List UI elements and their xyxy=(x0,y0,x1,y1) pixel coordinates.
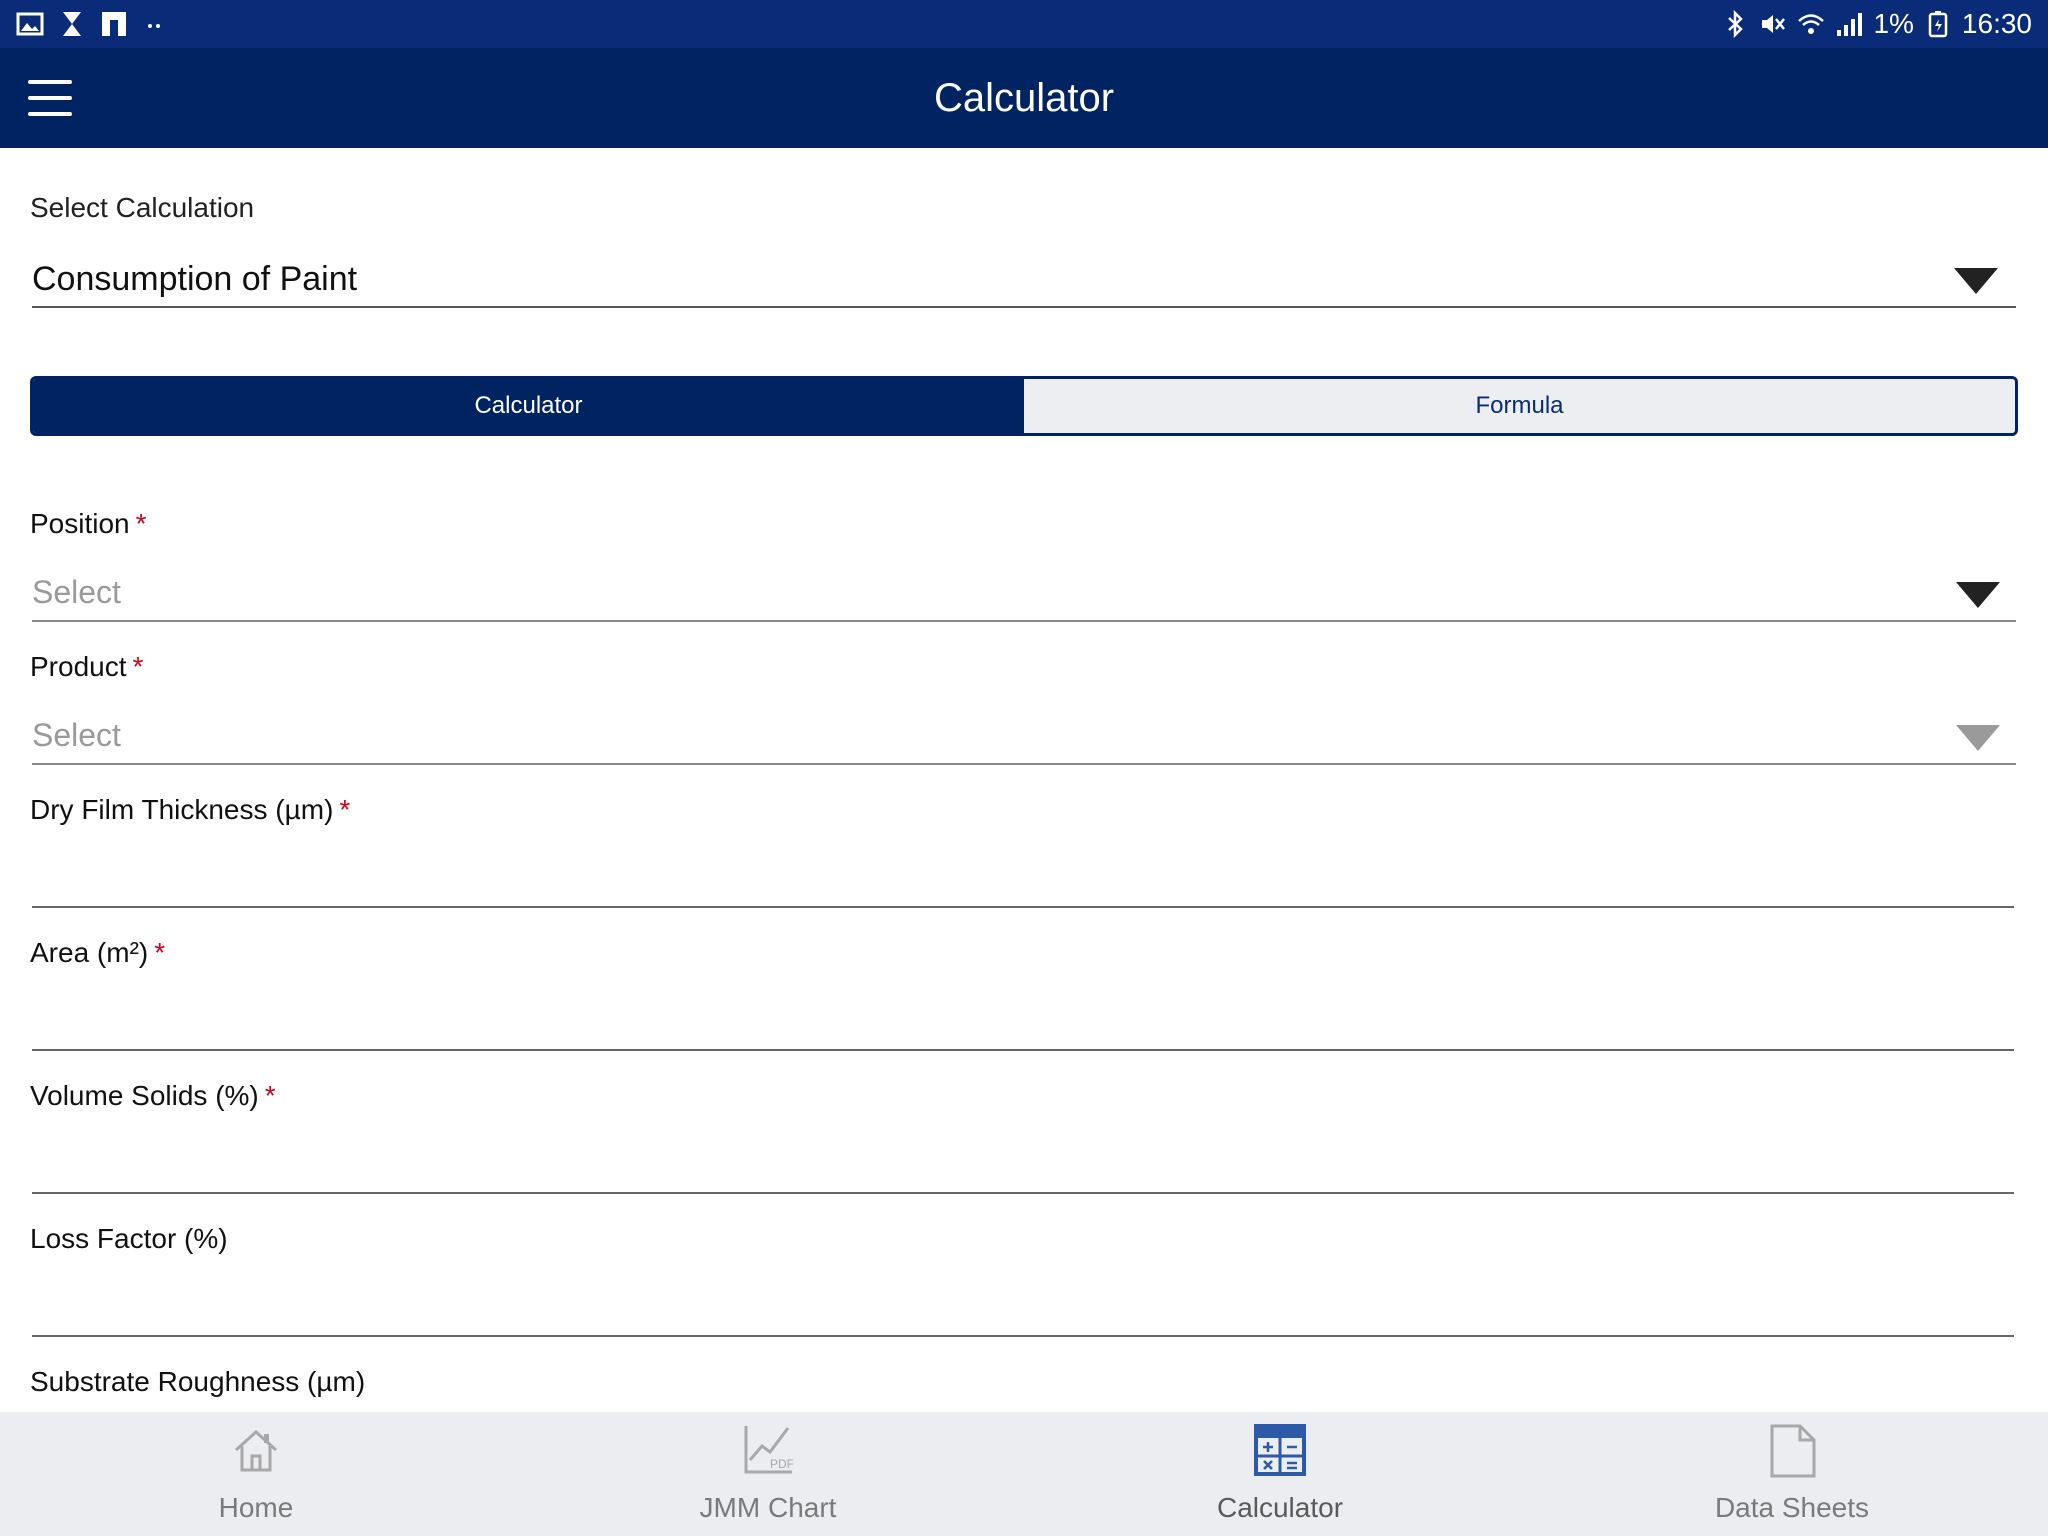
home-icon xyxy=(234,1429,278,1472)
nav-data-sheets-label: Data Sheets xyxy=(1714,1492,1870,1523)
mute-icon xyxy=(1762,15,1786,33)
nav-home[interactable]: Home xyxy=(0,1412,512,1536)
required-mark: * xyxy=(339,794,351,825)
app-bar: Calculator xyxy=(0,48,2048,148)
bluetooth-icon xyxy=(1728,10,1744,38)
battery-percent: 1% xyxy=(1873,8,1914,39)
page-title: Calculator xyxy=(933,76,1115,120)
clock: 16:30 xyxy=(1961,8,2032,39)
signal-icon xyxy=(1837,13,1863,36)
area-input[interactable] xyxy=(32,995,2014,1051)
volume-solids-input[interactable] xyxy=(32,1138,2014,1194)
dft-label-text: Dry Film Thickness (µm) xyxy=(30,794,334,825)
dft-input[interactable] xyxy=(32,852,2014,908)
dropdown-arrow-icon xyxy=(1956,582,2000,608)
substrate-roughness-label-text: Substrate Roughness (µm) xyxy=(30,1366,366,1397)
required-mark: * xyxy=(135,508,147,539)
substrate-roughness-label: Substrate Roughness (µm) xyxy=(30,1366,365,1398)
nav-calculator[interactable]: Calculator xyxy=(1024,1412,1536,1536)
flipboard-notification-icon xyxy=(102,12,126,36)
product-label: Product * xyxy=(30,651,143,683)
required-mark: * xyxy=(132,651,144,682)
chart-pdf-icon-text: PDF xyxy=(770,1457,794,1471)
wifi-icon xyxy=(1798,14,1825,34)
loss-factor-input[interactable] xyxy=(32,1281,2014,1337)
dft-label: Dry Film Thickness (µm) * xyxy=(30,794,350,826)
calculation-dropdown-value: Consumption of Paint xyxy=(32,260,358,298)
more-notifications-icon xyxy=(148,24,160,28)
area-label: Area (m²) * xyxy=(30,937,165,969)
volume-solids-label-text: Volume Solids (%) xyxy=(30,1080,259,1111)
tab-formula[interactable]: Formula xyxy=(1024,379,2015,433)
loss-factor-label: Loss Factor (%) xyxy=(30,1223,228,1255)
select-calculation-label: Select Calculation xyxy=(30,192,255,223)
calculation-dropdown[interactable]: Consumption of Paint xyxy=(32,248,2016,308)
calculator-icon xyxy=(1254,1424,1306,1476)
required-mark: * xyxy=(264,1080,276,1111)
nav-jmm-chart[interactable]: PDF JMM Chart xyxy=(512,1412,1024,1536)
product-dropdown[interactable]: Select xyxy=(32,709,2016,765)
area-label-text: Area (m²) xyxy=(30,937,149,968)
volume-solids-label: Volume Solids (%) * xyxy=(30,1080,276,1112)
status-bar: 1% 16:30 xyxy=(0,0,2048,48)
document-icon xyxy=(1770,1424,1816,1478)
battery-icon xyxy=(1928,11,1948,38)
position-label: Position * xyxy=(30,508,147,540)
position-dropdown[interactable]: Select xyxy=(32,566,2016,622)
dropdown-arrow-icon xyxy=(1956,725,2000,751)
product-label-text: Product xyxy=(30,651,127,682)
nav-home-label: Home xyxy=(218,1492,294,1523)
tab-calculator[interactable]: Calculator xyxy=(33,379,1024,433)
hourglass-notification-icon xyxy=(63,12,81,36)
dropdown-arrow-icon xyxy=(1954,268,1998,294)
nav-calculator-label: Calculator xyxy=(1216,1492,1344,1523)
chart-pdf-icon: PDF xyxy=(744,1426,794,1474)
position-placeholder: Select xyxy=(32,574,121,610)
mode-tabs: Calculator Formula xyxy=(30,376,2018,436)
loss-factor-label-text: Loss Factor (%) xyxy=(30,1223,228,1254)
required-mark: * xyxy=(154,937,166,968)
position-label-text: Position xyxy=(30,508,130,539)
calculator-form: Select Calculation Consumption of Paint … xyxy=(0,148,2048,1412)
nav-data-sheets[interactable]: Data Sheets xyxy=(1536,1412,2048,1536)
gallery-notification-icon xyxy=(16,12,44,36)
nav-jmm-chart-label: JMM Chart xyxy=(699,1492,837,1523)
bottom-navigation: Home PDF JMM Chart Calculator Data Sheet… xyxy=(0,1412,2048,1536)
product-placeholder: Select xyxy=(32,717,121,753)
